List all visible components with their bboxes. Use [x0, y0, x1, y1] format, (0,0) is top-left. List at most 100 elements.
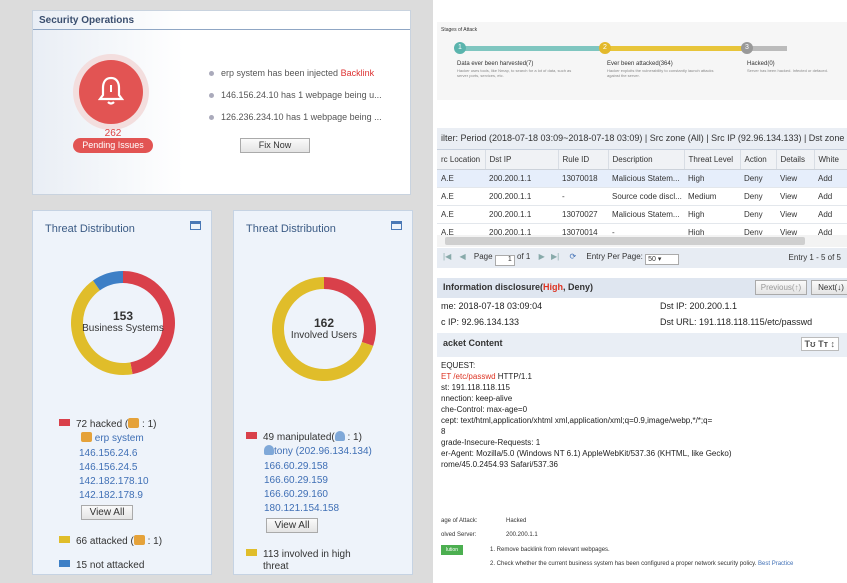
ip-link[interactable]: 166.60.29.160	[264, 489, 328, 500]
user-icon	[264, 445, 274, 455]
filter-bar[interactable]: ilter: Period (2018-07-18 03:09~2018-07-…	[437, 128, 847, 150]
fix-now-button[interactable]: Fix Now	[240, 138, 310, 153]
table-cell: Source code discl...	[608, 187, 684, 206]
last-page-icon[interactable]: ▶|	[551, 252, 559, 261]
stage-2-marker[interactable]: 2	[599, 42, 611, 54]
security-operations-panel: Security Operations 262 Pending Issues e…	[32, 10, 411, 195]
solution-tab[interactable]: lution	[441, 545, 463, 555]
first-page-icon[interactable]: |◀	[443, 252, 451, 261]
packet-line: 8	[441, 427, 446, 436]
detail-dst-ip: Dst IP: 200.200.1.1	[660, 301, 738, 311]
legend-high-threat[interactable]: 113 involved in high threat	[246, 549, 351, 573]
legend-hacked[interactable]: 72 hacked ( : 1)	[59, 418, 157, 430]
stage-1-desc: Hacker uses tools, like Nmap, to search …	[457, 68, 572, 78]
table-row[interactable]: A.E 200.200.1.1- Source code discl... Mediu…	[437, 187, 847, 206]
center-count: 162	[313, 316, 335, 330]
pending-issues-badge[interactable]: Pending Issues	[73, 138, 153, 153]
packet-proto: HTTP/1.1	[495, 372, 532, 381]
log-table: rc Location Dst IP Rule ID Description Threa…	[437, 150, 847, 242]
per-page-select[interactable]: 50 ▾	[645, 254, 680, 265]
page-input[interactable]: 1	[494, 255, 515, 266]
detail-title: Information disclosure(	[443, 282, 544, 292]
table-cell: 200.200.1.1	[485, 187, 558, 206]
next-button[interactable]: Next(↓)	[811, 280, 847, 295]
server-value[interactable]: 200.200.1.1	[506, 532, 538, 538]
legend-attacked[interactable]: 66 attacked ( : 1)	[59, 535, 162, 547]
legend-label: 72 hacked (	[76, 419, 129, 430]
user-link[interactable]: tony (202.96.134.134)	[264, 445, 372, 457]
previous-button[interactable]: Previous(↑)	[755, 280, 807, 295]
ip-link[interactable]: 146.156.24.5	[79, 462, 137, 473]
ip-link[interactable]: 166.60.29.158	[264, 461, 328, 472]
stages-title: Stages of Attack	[441, 27, 478, 33]
stage-2-label: Ever been attacked(364)	[607, 61, 673, 67]
table-cell[interactable]: Add	[814, 205, 847, 224]
stage-1-label: Data ever been harvested(7)	[457, 61, 534, 67]
maximize-icon[interactable]	[190, 221, 201, 230]
event-item[interactable]: 126.236.234.10 has 1 webpage being ...	[209, 112, 414, 134]
event-item[interactable]: erp system has been injected Backlink	[209, 68, 414, 90]
security-operations-title: Security Operations	[33, 11, 410, 30]
user-icon	[334, 431, 345, 441]
scrollbar-thumb[interactable]	[445, 237, 805, 245]
stage-2-text: Ever been attacked(364) Hacker exploits t…	[607, 60, 727, 78]
table-cell[interactable]: View	[776, 205, 814, 224]
column-header[interactable]: Description	[608, 150, 685, 170]
ip-link[interactable]: 146.156.24.6	[79, 448, 137, 459]
text-tools-icon[interactable]: Tʊ Tт ↕	[800, 337, 839, 351]
view-all-button[interactable]: View All	[81, 505, 133, 520]
column-header[interactable]: Rule ID	[558, 150, 609, 170]
detail-time: me: 2018-07-18 03:09:04	[441, 301, 543, 311]
view-all-button[interactable]: View All	[266, 518, 318, 533]
event-highlight: Backlink	[340, 68, 375, 78]
event-list: erp system has been injected Backlink 14…	[209, 68, 414, 134]
system-link[interactable]: erp system	[81, 432, 144, 444]
event-text: erp system has been injected	[221, 68, 341, 78]
column-header[interactable]: rc Location	[437, 150, 486, 170]
column-header[interactable]: Dst IP	[485, 150, 559, 170]
solution-step-1: 1. Remove backlink from relevant webpage…	[490, 547, 610, 553]
legend-label: 113 involved in high	[263, 549, 351, 560]
best-practice-link[interactable]: Best Practice	[758, 561, 793, 567]
horizontal-scrollbar[interactable]	[437, 235, 847, 247]
table-cell: Malicious Statem...	[608, 205, 684, 224]
blue-swatch	[59, 560, 70, 567]
table-row[interactable]: A.E 200.200.1.1 13070018 Malicious Statem..…	[437, 169, 847, 188]
table-cell: A.E	[437, 205, 485, 224]
ip-link[interactable]: 142.182.178.9	[79, 490, 143, 501]
column-header[interactable]: Details	[776, 150, 815, 170]
attack-summary	[437, 512, 847, 580]
table-cell: Medium	[684, 187, 740, 206]
ip-link[interactable]: 180.121.154.158	[264, 503, 339, 514]
center-label: Business Systems	[82, 323, 164, 334]
stage-3-marker[interactable]: 3	[741, 42, 753, 54]
table-cell: A.E	[437, 169, 485, 188]
column-header[interactable]: White	[814, 150, 847, 170]
table-row[interactable]: A.E 200.200.1.1 13070027 Malicious Statem..…	[437, 205, 847, 224]
next-page-icon[interactable]: ▶	[539, 252, 545, 261]
table-cell[interactable]: View	[776, 187, 814, 206]
column-header[interactable]: Action	[740, 150, 777, 170]
stage-3-desc: Server has been hacked. Infected or defa…	[747, 68, 828, 73]
per-page-value: 50	[648, 256, 656, 263]
legend-suffix: : 1)	[144, 536, 163, 547]
table-cell: High	[684, 169, 740, 188]
packet-content-header: acket Content Tʊ Tт ↕	[437, 333, 847, 357]
refresh-icon[interactable]: ⟳	[569, 252, 576, 261]
table-cell[interactable]: Add	[814, 187, 847, 206]
column-header[interactable]: Threat Level	[684, 150, 741, 170]
server-label: olved Server:	[441, 532, 477, 538]
stage-1-marker[interactable]: 1	[454, 42, 466, 54]
legend-manipulated[interactable]: 49 manipulated( : 1)	[246, 431, 362, 443]
prev-page-icon[interactable]: ◀	[459, 252, 465, 261]
alarm-bell-badge[interactable]	[79, 60, 143, 124]
table-cell[interactable]: View	[776, 169, 814, 188]
maximize-icon[interactable]	[391, 221, 402, 230]
table-cell: Malicious Statem...	[608, 169, 684, 188]
ip-link[interactable]: 142.182.178.10	[79, 476, 149, 487]
red-swatch	[59, 419, 70, 426]
event-item[interactable]: 146.156.24.10 has 1 webpage being u...	[209, 90, 414, 112]
table-cell[interactable]: Add	[814, 169, 847, 188]
legend-not-attacked[interactable]: 15 not attacked	[59, 560, 144, 571]
ip-link[interactable]: 166.60.29.159	[264, 475, 328, 486]
